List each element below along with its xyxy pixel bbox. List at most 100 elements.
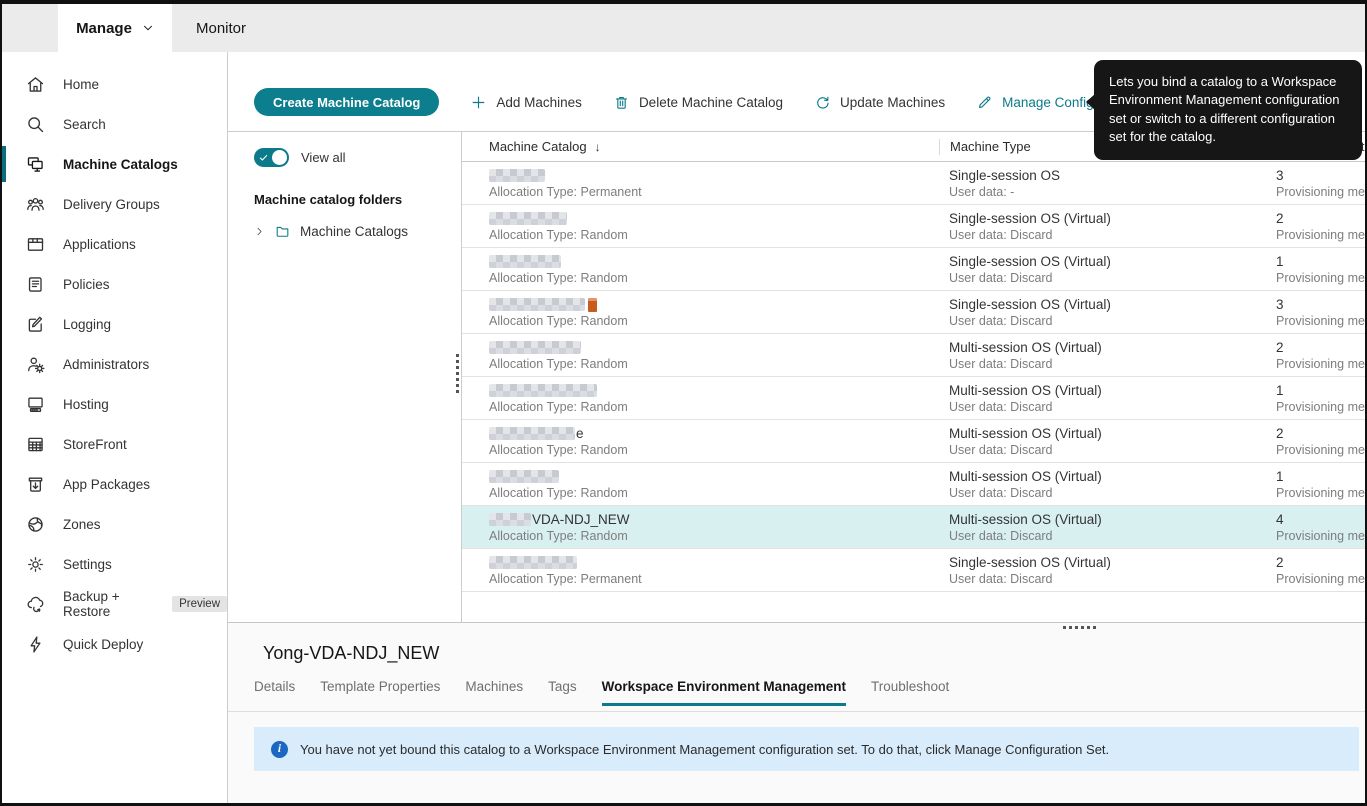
delete-machine-catalog-button[interactable]: Delete Machine Catalog <box>613 94 783 111</box>
sidebar-item-backup-restore[interactable]: Backup + Restore Preview <box>2 584 227 624</box>
sidebar-item-search[interactable]: Search <box>2 104 227 144</box>
tab-workspace-environment-management[interactable]: Workspace Environment Management <box>601 679 846 706</box>
provisioning-method: Provisioning met <box>1276 529 1365 543</box>
backup-restore-icon <box>25 594 46 615</box>
sidebar-item-administrators[interactable]: Administrators <box>2 344 227 384</box>
sidebar-item-storefront[interactable]: StoreFront <box>2 424 227 464</box>
sidebar-item-policies[interactable]: Policies <box>2 264 227 304</box>
provisioning-method: Provisioning met <box>1276 228 1365 242</box>
allocation-type: Allocation Type: Random <box>489 486 628 500</box>
user-data: User data: Discard <box>949 443 1053 457</box>
allocation-type: Allocation Type: Random <box>489 314 628 328</box>
create-machine-catalog-button[interactable]: Create Machine Catalog <box>254 88 440 116</box>
redacted-catalog-name <box>489 341 581 354</box>
machine-type: Single-session OS <box>949 168 1061 183</box>
provisioning-method: Provisioning met <box>1276 443 1365 457</box>
sidebar-item-quick-deploy[interactable]: Quick Deploy <box>2 624 227 664</box>
catalog-name-text: e <box>576 426 584 441</box>
table-body: Allocation Type: Permanent Single-sessio… <box>462 162 1365 592</box>
tabs-divider <box>228 711 1365 712</box>
machine-count: 3 <box>1276 168 1284 183</box>
allocation-type: Allocation Type: Permanent <box>489 572 642 586</box>
column-machine-catalog[interactable]: Machine Catalog ↓ <box>462 139 939 154</box>
table-row[interactable]: Allocation Type: Random Multi-session OS… <box>462 377 1365 420</box>
machine-count: 2 <box>1276 426 1284 441</box>
detail-panel-resize-handle[interactable] <box>1063 626 1096 629</box>
add-machines-button[interactable]: Add Machines <box>470 94 582 111</box>
toolbar-actions: Add Machines Delete Machine Catalog Upda… <box>470 88 1159 116</box>
folders-panel: View all Machine catalog folders Machine… <box>228 132 462 622</box>
tree-item-label: Machine Catalogs <box>300 224 409 239</box>
tab-manage[interactable]: Manage <box>58 4 172 52</box>
panel-resize-handle[interactable] <box>456 354 459 393</box>
provisioning-method: Provisioning met <box>1276 400 1365 414</box>
table-row[interactable]: Allocation Type: Permanent Single-sessio… <box>462 549 1365 592</box>
machine-type: Single-session OS (Virtual) <box>949 254 1111 269</box>
manage-label: Manage <box>76 19 132 37</box>
preview-badge: Preview <box>172 596 227 612</box>
redacted-catalog-name <box>489 212 567 225</box>
allocation-type: Allocation Type: Random <box>489 271 628 285</box>
redacted-catalog-name <box>489 427 575 440</box>
sidebar-item-machine-catalogs[interactable]: Machine Catalogs <box>2 144 227 184</box>
sort-descending-icon: ↓ <box>594 139 601 154</box>
tab-troubleshoot[interactable]: Troubleshoot <box>871 679 949 706</box>
pencil-icon <box>976 94 993 111</box>
delivery-groups-icon <box>25 194 46 215</box>
tab-machines[interactable]: Machines <box>465 679 523 706</box>
policies-icon <box>25 274 46 295</box>
update-machines-button[interactable]: Update Machines <box>814 94 945 111</box>
view-all-toggle-row[interactable]: View all <box>254 148 461 167</box>
storefront-icon <box>25 434 46 455</box>
table-row[interactable]: e Allocation Type: Random Multi-session … <box>462 420 1365 463</box>
tab-details[interactable]: Details <box>254 679 295 706</box>
machine-count: 2 <box>1276 340 1284 355</box>
view-all-label: View all <box>301 150 346 165</box>
table-row[interactable]: Allocation Type: Random Single-session O… <box>462 205 1365 248</box>
view-all-toggle[interactable] <box>254 148 289 167</box>
table-row[interactable]: Allocation Type: Random Multi-session OS… <box>462 334 1365 377</box>
check-icon <box>258 152 269 163</box>
machine-count: 3 <box>1276 297 1284 312</box>
user-data: User data: Discard <box>949 314 1053 328</box>
sidebar-item-hosting[interactable]: Hosting <box>2 384 227 424</box>
table-row[interactable]: Allocation Type: Random Multi-session OS… <box>462 463 1365 506</box>
administrators-icon <box>25 354 46 375</box>
zones-icon <box>25 514 46 535</box>
machine-count: 4 <box>1276 512 1284 527</box>
redacted-catalog-name <box>489 169 545 182</box>
info-message: You have not yet bound this catalog to a… <box>300 741 1110 757</box>
sidebar-item-settings[interactable]: Settings <box>2 544 227 584</box>
sidebar-item-app-packages[interactable]: App Packages <box>2 464 227 504</box>
tree-item-machine-catalogs[interactable]: Machine Catalogs <box>254 223 461 240</box>
selected-catalog-title: Yong-VDA-NDJ_NEW <box>263 643 440 663</box>
allocation-type: Allocation Type: Random <box>489 357 628 371</box>
sidebar-item-applications[interactable]: Applications <box>2 224 227 264</box>
user-data: User data: Discard <box>949 529 1053 543</box>
folders-heading: Machine catalog folders <box>254 192 403 207</box>
redacted-catalog-name <box>489 255 561 268</box>
chevron-right-icon <box>254 226 265 237</box>
table-row[interactable]: Allocation Type: Random Single-session O… <box>462 291 1365 334</box>
sidebar-item-delivery-groups[interactable]: Delivery Groups <box>2 184 227 224</box>
user-data: User data: Discard <box>949 228 1053 242</box>
trash-icon <box>613 94 630 111</box>
table-row[interactable]: Allocation Type: Permanent Single-sessio… <box>462 162 1365 205</box>
tab-tags[interactable]: Tags <box>548 679 577 706</box>
sidebar-item-logging[interactable]: Logging <box>2 304 227 344</box>
allocation-type: Allocation Type: Permanent <box>489 185 642 199</box>
allocation-type: Allocation Type: Random <box>489 443 628 457</box>
plus-icon <box>470 94 487 111</box>
user-data: User data: Discard <box>949 271 1053 285</box>
tab-monitor[interactable]: Monitor <box>186 4 256 52</box>
table-row[interactable]: Allocation Type: Random Single-session O… <box>462 248 1365 291</box>
table-row[interactable]: VDA-NDJ_NEW Allocation Type: Random Mult… <box>462 506 1365 549</box>
sidebar-item-zones[interactable]: Zones <box>2 504 227 544</box>
sidebar-item-home[interactable]: Home <box>2 64 227 104</box>
redacted-catalog-name <box>489 470 559 483</box>
main-area: Create Machine Catalog Add Machines Dele… <box>228 52 1365 803</box>
machine-type: Single-session OS (Virtual) <box>949 297 1111 312</box>
applications-icon <box>25 234 46 255</box>
tab-template-properties[interactable]: Template Properties <box>320 679 440 706</box>
provisioning-method: Provisioning met <box>1276 572 1365 586</box>
